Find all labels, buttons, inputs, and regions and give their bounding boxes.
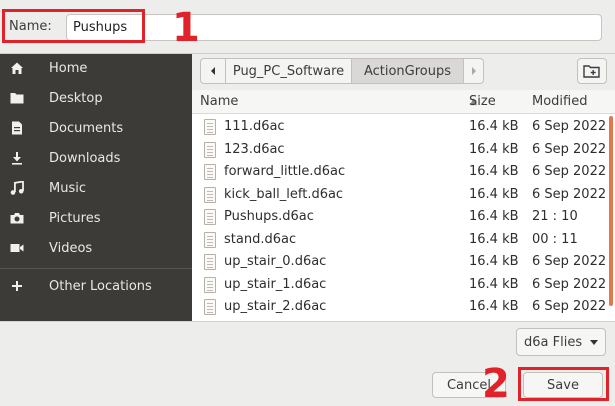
file-list-header: Name ▲ Size Modified	[192, 90, 615, 114]
file-size: 16.4 kB	[469, 209, 519, 224]
sidebar-item-videos[interactable]: Videos	[0, 234, 192, 262]
column-header-size[interactable]: Size	[469, 94, 496, 109]
download-icon	[10, 151, 24, 165]
file-row[interactable]: up_stair_2.d6ac 16.4 kB 6 Sep 2022	[192, 296, 615, 319]
file-size: 16.4 kB	[469, 119, 519, 134]
file-modified: 6 Sep 2022	[532, 164, 607, 179]
column-header-name[interactable]: Name	[200, 94, 238, 109]
sidebar-item-desktop[interactable]: Desktop	[0, 84, 192, 112]
file-row[interactable]: up_stair_0.d6ac 16.4 kB 6 Sep 2022	[192, 251, 615, 274]
file-row[interactable]: forward_little.d6ac 16.4 kB 6 Sep 2022	[192, 161, 615, 184]
sidebar-item-pictures[interactable]: Pictures	[0, 204, 192, 232]
file-modified: 00 : 11	[532, 231, 578, 247]
file-size: 16.4 kB	[469, 254, 519, 269]
file-size: 16.4 kB	[469, 276, 519, 292]
file-name: 111.d6ac	[224, 119, 285, 134]
breadcrumb-item[interactable]: Pug_PC_Software	[226, 58, 352, 84]
chevron-right-icon	[471, 67, 476, 75]
column-header-modified[interactable]: Modified	[532, 94, 587, 109]
file-list: Name ▲ Size Modified 111.d6ac 16.4 kB 6 …	[192, 90, 615, 321]
file-name: 123.d6ac	[224, 141, 285, 157]
filename-input[interactable]	[66, 14, 602, 41]
file-name: forward_little.d6ac	[224, 164, 346, 179]
file-icon	[204, 119, 216, 135]
places-sidebar: Home Desktop Documents Downloads Music P…	[0, 54, 192, 321]
file-browser: Pug_PC_Software ActionGroups Name ▲ Size…	[192, 54, 615, 321]
document-icon	[10, 121, 24, 135]
file-icon	[204, 164, 216, 180]
sidebar-item-label: Other Locations	[49, 278, 152, 294]
sidebar-item-label: Pictures	[49, 210, 101, 226]
annotation-marker-1: 1	[172, 5, 200, 51]
path-bar: Pug_PC_Software ActionGroups	[200, 58, 484, 84]
sidebar-item-label: Documents	[49, 120, 124, 136]
home-icon	[10, 61, 24, 75]
file-row[interactable]: up_stair_1.d6ac 16.4 kB 6 Sep 2022	[192, 274, 615, 297]
file-row[interactable]: 123.d6ac 16.4 kB 6 Sep 2022	[192, 139, 615, 162]
file-modified: 6 Sep 2022	[532, 299, 607, 314]
sidebar-item-label: Home	[49, 60, 88, 76]
sidebar-item-music[interactable]: Music	[0, 174, 192, 202]
file-modified: 6 Sep 2022	[532, 141, 607, 157]
file-modified: 6 Sep 2022	[532, 254, 607, 269]
file-icon	[204, 231, 216, 248]
sidebar-item-downloads[interactable]: Downloads	[0, 144, 192, 172]
file-name: up_stair_1.d6ac	[224, 276, 327, 292]
sidebar-item-label: Music	[49, 180, 86, 196]
camera-icon	[10, 211, 24, 225]
file-icon	[204, 209, 216, 225]
path-scroll-right-button[interactable]	[464, 58, 484, 84]
file-size: 16.4 kB	[469, 186, 519, 202]
file-name: Pushups.d6ac	[224, 209, 314, 224]
annotation-marker-2: 2	[482, 361, 510, 406]
path-scroll-left-button[interactable]	[200, 58, 226, 84]
file-icon	[204, 141, 216, 158]
file-type-filter-dropdown[interactable]: d6a Flies	[516, 328, 606, 356]
new-folder-icon	[583, 65, 600, 78]
file-size: 16.4 kB	[469, 164, 519, 179]
file-modified: 6 Sep 2022	[532, 276, 607, 292]
sidebar-item-label: Videos	[49, 240, 93, 256]
file-row[interactable]: kick_ball_left.d6ac 16.4 kB 6 Sep 2022	[192, 184, 615, 207]
file-row[interactable]: Pushups.d6ac 16.4 kB 21 : 10	[192, 206, 615, 229]
sidebar-item-other-locations[interactable]: Other Locations	[0, 272, 192, 300]
music-icon	[10, 181, 24, 195]
scrollbar[interactable]	[609, 116, 613, 306]
file-modified: 6 Sep 2022	[532, 186, 607, 202]
file-icon	[204, 186, 216, 203]
file-icon	[204, 276, 216, 293]
sidebar-item-label: Desktop	[49, 90, 103, 106]
highlight-box-save	[518, 367, 609, 401]
file-modified: 21 : 10	[532, 209, 578, 224]
file-size: 16.4 kB	[469, 141, 519, 157]
file-row[interactable]: 111.d6ac 16.4 kB 6 Sep 2022	[192, 116, 615, 139]
chevron-down-icon	[590, 340, 598, 345]
new-folder-button[interactable]	[577, 58, 607, 84]
file-modified: 6 Sep 2022	[532, 119, 607, 134]
sidebar-item-label: Downloads	[49, 150, 121, 166]
folder-icon	[10, 91, 24, 105]
highlight-box-name	[2, 9, 145, 43]
file-name: kick_ball_left.d6ac	[224, 186, 344, 202]
file-icon	[204, 299, 216, 315]
file-size: 16.4 kB	[469, 299, 519, 314]
file-name: up_stair_0.d6ac	[224, 254, 327, 269]
filter-label: d6a Flies	[524, 334, 583, 350]
plus-icon	[10, 279, 24, 293]
file-name: stand.d6ac	[224, 231, 297, 247]
sidebar-item-documents[interactable]: Documents	[0, 114, 192, 142]
sidebar-divider	[0, 268, 192, 269]
breadcrumb-item-current[interactable]: ActionGroups	[352, 58, 464, 84]
file-size: 16.4 kB	[469, 231, 519, 247]
file-row[interactable]: stand.d6ac 16.4 kB 00 : 11	[192, 229, 615, 252]
sidebar-item-home[interactable]: Home	[0, 54, 192, 82]
video-icon	[10, 241, 24, 255]
file-name: up_stair_2.d6ac	[224, 299, 327, 314]
chevron-left-icon	[211, 67, 215, 75]
file-icon	[204, 254, 216, 270]
